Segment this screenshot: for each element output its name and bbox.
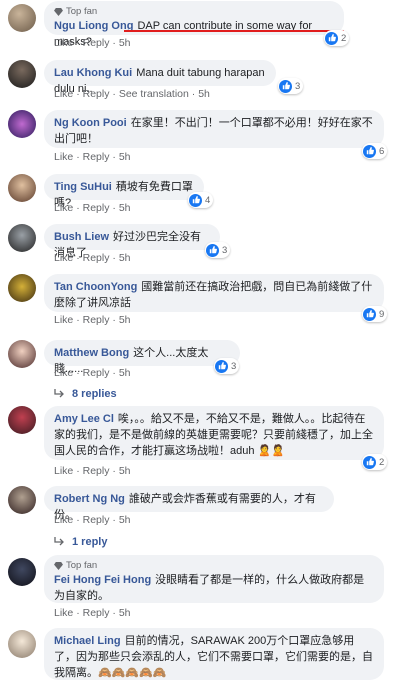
like-link[interactable]: Like [54,314,73,326]
reply-link[interactable]: Reply [83,465,110,477]
reaction-count[interactable]: 2 [324,30,350,46]
reply-link[interactable]: Reply [83,252,110,264]
timestamp[interactable]: 5h [119,151,131,163]
timestamp[interactable]: 5h [119,465,131,477]
reaction-count[interactable]: 3 [205,242,231,258]
comment-actions: Like · Reply · 5h [54,314,131,326]
avatar[interactable] [8,630,36,658]
reaction-count[interactable]: 9 [362,306,388,322]
reply-arrow-icon [54,537,64,546]
like-link[interactable]: Like [54,202,73,214]
diamond-icon [54,8,63,16]
commenter-name[interactable]: Ting SuHui [54,181,112,193]
commenter-name[interactable]: Bush Liew [54,231,109,243]
comment-actions: Like · Reply · 5h [54,607,131,619]
comment-bubble: Matthew Bong 这个人...太度太賤...... [44,340,240,375]
diamond-icon [54,562,63,570]
avatar[interactable] [8,60,36,88]
timestamp[interactable]: 5h [198,88,210,100]
top-fan-badge: Top fan [54,560,374,572]
see-translation-link[interactable]: See translation [119,88,189,100]
commenter-name[interactable]: Robert Ng Ng [54,493,125,505]
like-link[interactable]: Like [54,88,73,100]
reaction-count[interactable]: 4 [188,192,214,208]
comment-bubble: Amy Lee Cl 唉，。。給又不是，不給又不是，難做人。。比起待在家的我们，是… [44,406,384,460]
like-reaction-icon [363,455,376,469]
timestamp[interactable]: 5h [119,252,131,264]
avatar[interactable] [8,4,36,32]
top-fan-badge: Top fan [54,6,334,18]
comment-actions: Like · Reply · 5h [54,367,131,379]
like-link[interactable]: Like [54,607,73,619]
reaction-count[interactable]: 6 [362,143,388,159]
comment-bubble: Ting SuHui 積坡有免費口罩嗎? [44,174,204,209]
commenter-name[interactable]: Amy Lee Cl [54,413,114,425]
reply-link[interactable]: Reply [83,88,110,100]
timestamp[interactable]: 5h [119,514,131,526]
comment-bubble: Top fan Fei Hong Fei Hong 没眼睛看了都是一样的，什么人做… [44,555,384,603]
like-reaction-icon [189,193,202,207]
avatar[interactable] [8,406,36,434]
comment-actions: Like · Reply · See translation · 5h [54,88,210,100]
view-replies-link[interactable]: 8 replies [54,388,117,400]
timestamp[interactable]: 5h [119,314,131,326]
like-link[interactable]: Like [54,151,73,163]
commenter-name[interactable]: Lau Khong Kui [54,67,132,79]
commenter-name[interactable]: Ngu Liong Ong [54,20,133,32]
reply-link[interactable]: Reply [83,314,110,326]
reply-link[interactable]: Reply [83,514,110,526]
reply-link[interactable]: Reply [83,367,110,379]
timestamp[interactable]: 5h [119,607,131,619]
highlight-underline [124,30,344,32]
reply-link[interactable]: Reply [83,37,110,49]
commenter-name[interactable]: Fei Hong Fei Hong [54,574,151,586]
like-reaction-icon [206,243,219,257]
timestamp[interactable]: 5h [119,37,131,49]
like-reaction-icon [363,307,376,321]
like-link[interactable]: Like [54,252,73,264]
commenter-name[interactable]: Michael Ling [54,635,121,647]
timestamp[interactable]: 5h [119,202,131,214]
comment-actions: Like · Reply · 5h [54,465,131,477]
comment-actions: Like · Reply · 5h [54,252,131,264]
like-reaction-icon [363,144,376,158]
like-link[interactable]: Like [54,514,73,526]
like-link[interactable]: Like [54,37,73,49]
commenter-name[interactable]: Tan ChoonYong [54,281,137,293]
comment-bubble: Tan ChoonYong 國難當前还在搞政治把戲，問自已為前綫做了什麼除了讲风凉… [44,274,384,312]
reply-arrow-icon [54,389,64,398]
avatar[interactable] [8,340,36,368]
comment-bubble: Michael Ling 目前的情况，SARAWAK 200万个口罩应急够用了，因… [44,628,384,680]
comment-actions: Like · Reply · 5h [54,514,131,526]
avatar[interactable] [8,174,36,202]
view-replies-link[interactable]: 1 reply [54,536,107,548]
comment-actions: Like · Reply · 5h [54,151,131,163]
avatar[interactable] [8,486,36,514]
comment-actions: Like · Reply · 5h [54,37,131,49]
avatar[interactable] [8,274,36,302]
comment-bubble: Bush Liew 好过沙巴完全没有消息了 [44,224,220,259]
commenter-name[interactable]: Matthew Bong [54,347,129,359]
comment-bubble: Lau Khong Kui Mana duit tabung harapan du… [44,60,276,95]
comment-bubble: Ng Koon Pooi 在家里！不出门！一个口罩都不必用！好好在家不出门吧！ [44,110,384,148]
reaction-count[interactable]: 3 [214,358,240,374]
like-reaction-icon [279,79,292,93]
reply-link[interactable]: Reply [83,151,110,163]
commenter-name[interactable]: Ng Koon Pooi [54,117,127,129]
like-reaction-icon [325,31,338,45]
comment-bubble: Robert Ng Ng 誰破产或会炸香蕉或有需要的人，才有份。 [44,486,334,521]
like-link[interactable]: Like [54,465,73,477]
avatar[interactable] [8,558,36,586]
avatar[interactable] [8,224,36,252]
like-link[interactable]: Like [54,367,73,379]
comment-actions: Like · Reply · 5h [54,202,131,214]
timestamp[interactable]: 5h [119,367,131,379]
reaction-count[interactable]: 3 [278,78,304,94]
reply-link[interactable]: Reply [83,202,110,214]
avatar[interactable] [8,110,36,138]
reaction-count[interactable]: 2 [362,454,388,470]
reply-link[interactable]: Reply [83,607,110,619]
like-reaction-icon [215,359,228,373]
